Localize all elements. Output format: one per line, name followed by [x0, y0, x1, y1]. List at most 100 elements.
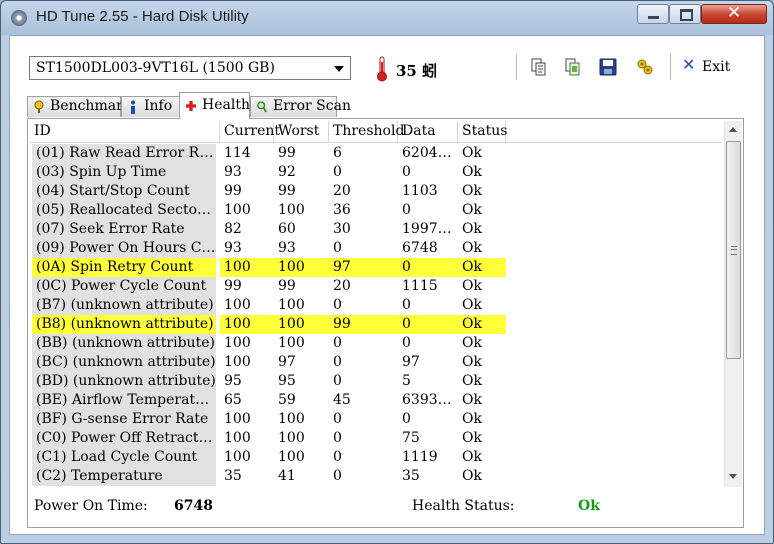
cell-data: 62046...	[402, 145, 458, 161]
cell-data: 0	[398, 258, 458, 277]
smart-attribute-table[interactable]: ID Current Worst Threshold Data Status (…	[30, 121, 722, 487]
cell-current: 65	[224, 392, 242, 408]
temperature-readout: 35 蚓	[396, 62, 438, 80]
cell-id: (BC) (unknown attribute)	[32, 353, 216, 372]
cell-data: 63936...	[402, 392, 458, 408]
maximize-button[interactable]	[669, 4, 701, 24]
cell-worst: 100	[278, 411, 305, 427]
table-row[interactable]: (C1) Load Cycle Count 100 100 0 1119 Ok	[30, 448, 722, 467]
cell-status: Ok	[458, 315, 506, 334]
table-row[interactable]: (BE) Airflow Temperature 65 59 45 63936... Ok	[30, 391, 722, 410]
table-row[interactable]: (C0) Power Off Retract Coun... 100 100 0 75 O…	[30, 429, 722, 448]
cell-status: Ok	[462, 164, 482, 180]
health-status-label: Health Status:	[412, 498, 515, 514]
cell-data: 1103	[402, 183, 438, 199]
column-header-data[interactable]: Data	[398, 121, 458, 142]
cell-worst: 99	[278, 278, 296, 294]
cell-threshold: 20	[333, 278, 351, 294]
column-header-id[interactable]: ID	[30, 121, 220, 142]
health-footer: Power On Time: 6748 Health Status: Ok	[28, 489, 743, 527]
tab-health[interactable]: Health	[179, 92, 250, 119]
toolbar-separator	[516, 54, 517, 80]
cell-data: 0	[402, 202, 411, 218]
cell-data: 6748	[402, 240, 438, 256]
cell-threshold: 6	[333, 145, 342, 161]
column-header-status[interactable]: Status	[458, 121, 507, 142]
column-header-threshold[interactable]: Threshold	[329, 121, 404, 142]
window-title: HD Tune 2.55 - Hard Disk Utility	[36, 8, 249, 25]
cell-id: (C1) Load Cycle Count	[32, 448, 216, 467]
scrollbar-thumb[interactable]	[726, 141, 741, 359]
cell-id: (BB) (unknown attribute)	[32, 334, 216, 353]
cell-id: (BF) G-sense Error Rate	[32, 410, 216, 429]
table-row[interactable]: (09) Power On Hours Count 93 93 0 6748 Ok	[30, 239, 722, 258]
copy-text-icon[interactable]	[530, 58, 548, 76]
tab-error-scan[interactable]: Error Scan	[250, 96, 351, 117]
tab-label: Benchmark	[50, 98, 132, 114]
cell-worst: 100	[278, 335, 305, 351]
save-icon[interactable]	[599, 58, 617, 76]
cell-status: Ok	[462, 221, 482, 237]
cell-threshold: 0	[333, 430, 342, 446]
cell-data: 1119	[402, 449, 438, 465]
table-row[interactable]: (B7) (unknown attribute) 100 100 0 0 Ok	[30, 296, 722, 315]
table-row[interactable]: (C2) Temperature 35 41 0 35 Ok	[30, 467, 722, 486]
scroll-up-arrow-icon[interactable]	[729, 127, 737, 132]
table-row[interactable]: (BB) (unknown attribute) 100 100 0 0 Ok	[30, 334, 722, 353]
close-button[interactable]: ✕	[701, 3, 767, 24]
cell-id: (BE) Airflow Temperature	[32, 391, 216, 410]
health-status-value: Ok	[578, 498, 600, 514]
table-row[interactable]: (BD) (unknown attribute) 95 95 0 5 Ok	[30, 372, 722, 391]
vertical-scrollbar[interactable]	[724, 121, 742, 487]
drive-select[interactable]: ST1500DL003-9VT16L (1500 GB)	[29, 56, 351, 80]
cell-worst: 93	[278, 240, 296, 256]
toolbar-separator	[670, 54, 671, 80]
options-icon[interactable]	[636, 58, 654, 76]
cell-current: 100	[224, 202, 251, 218]
cell-id: (0C) Power Cycle Count	[32, 277, 216, 296]
title-bar[interactable]: HD Tune 2.55 - Hard Disk Utility ✕	[1, 1, 773, 35]
close-icon: ✕	[726, 3, 742, 23]
cell-current: 114	[224, 145, 251, 161]
cell-threshold: 97	[329, 258, 398, 277]
table-row[interactable]: (05) Reallocated Sector Count 100 100 36 0 Ok	[30, 201, 722, 220]
exit-icon: ✕	[682, 55, 696, 74]
column-header-current[interactable]: Current	[220, 121, 280, 142]
cell-current: 93	[224, 240, 242, 256]
column-header-worst[interactable]: Worst	[274, 121, 329, 142]
cell-status: Ok	[462, 202, 482, 218]
table-row[interactable]: (01) Raw Read Error Rate 114 99 6 62046... Ok	[30, 144, 722, 163]
cell-current: 100	[224, 430, 251, 446]
health-panel: ID Current Worst Threshold Data Status (…	[27, 118, 744, 528]
minimize-button[interactable]	[637, 4, 669, 24]
cell-threshold: 0	[333, 335, 342, 351]
table-row[interactable]: (0A) Spin Retry Count 100 100 97 0 Ok	[30, 258, 722, 277]
copy-screenshot-icon[interactable]	[564, 58, 582, 76]
cell-worst: 60	[278, 221, 296, 237]
tab-info[interactable]: Info	[121, 96, 180, 117]
table-row[interactable]: (07) Seek Error Rate 82 60 30 19970... Ok	[30, 220, 722, 239]
table-row[interactable]: (0C) Power Cycle Count 99 99 20 1115 Ok	[30, 277, 722, 296]
cell-threshold: 0	[333, 354, 342, 370]
cell-current: 100	[224, 411, 251, 427]
cell-status: Ok	[462, 392, 482, 408]
table-row[interactable]: (04) Start/Stop Count 99 99 20 1103 Ok	[30, 182, 722, 201]
power-on-time-label: Power On Time:	[34, 498, 148, 514]
cell-current: 99	[224, 183, 242, 199]
table-row[interactable]: (B8) (unknown attribute) 100 100 99 0 Ok	[30, 315, 722, 334]
drive-select-value: ST1500DL003-9VT16L (1500 GB)	[36, 60, 275, 76]
cell-status: Ok	[462, 297, 482, 313]
cell-status: Ok	[458, 258, 506, 277]
table-row[interactable]: (BC) (unknown attribute) 100 97 0 97 Ok	[30, 353, 722, 372]
magnifier-icon	[257, 101, 267, 113]
table-row[interactable]: (03) Spin Up Time 93 92 0 0 Ok	[30, 163, 722, 182]
chevron-down-icon[interactable]	[334, 66, 344, 72]
scroll-down-arrow-icon[interactable]	[729, 474, 737, 479]
hdtune-app-icon	[11, 10, 27, 26]
cell-current: 100	[224, 449, 251, 465]
table-row[interactable]: (BF) G-sense Error Rate 100 100 0 0 Ok	[30, 410, 722, 429]
cell-threshold: 30	[333, 221, 351, 237]
tab-label: Info	[144, 98, 173, 114]
tab-benchmark[interactable]: Benchmark	[27, 96, 131, 117]
cell-worst: 97	[278, 354, 296, 370]
